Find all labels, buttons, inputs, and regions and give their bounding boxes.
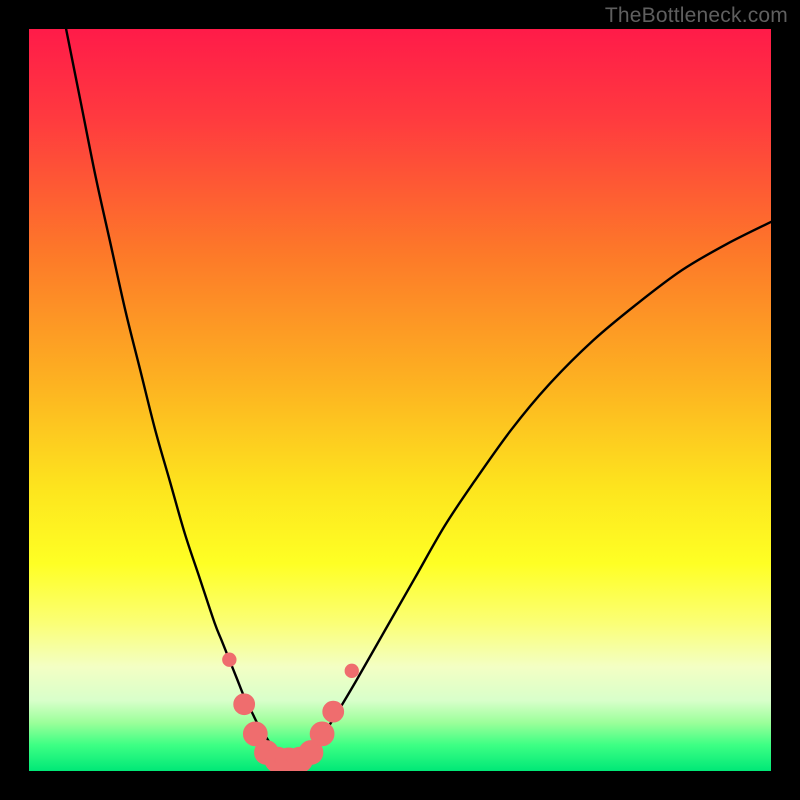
bottleneck-curve: [66, 29, 771, 762]
watermark-text: TheBottleneck.com: [605, 4, 788, 28]
marker-point: [310, 722, 334, 746]
trough-markers: [223, 653, 359, 771]
marker-point: [234, 694, 255, 715]
outer-frame: TheBottleneck.com: [0, 0, 800, 800]
marker-point: [223, 653, 236, 666]
marker-point: [323, 701, 344, 722]
marker-point: [345, 664, 358, 677]
plot-area: [29, 29, 771, 771]
chart-layer: [29, 29, 771, 771]
